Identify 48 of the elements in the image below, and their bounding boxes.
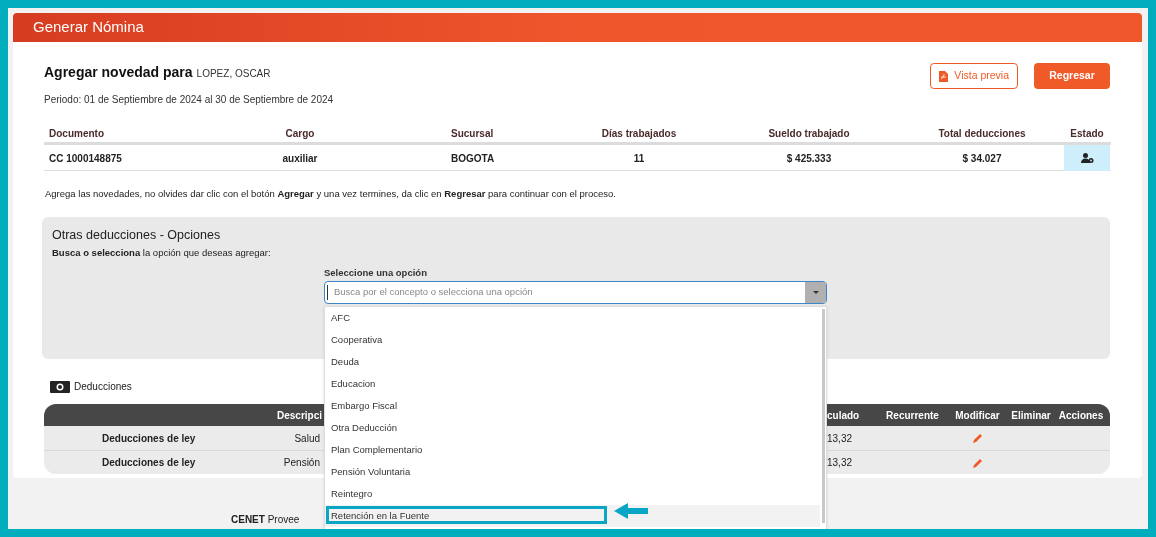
- employee-name: LOPEZ, OSCAR: [196, 67, 271, 81]
- pencil-icon[interactable]: [972, 433, 983, 444]
- column-header: Estado: [1069, 127, 1105, 141]
- dropdown-button[interactable]: [805, 282, 826, 303]
- table-cell-text: $ 425.333: [785, 151, 833, 166]
- table-cell: Pensión: [283, 457, 320, 469]
- column-header: Recurrente: [886, 409, 939, 421]
- column-header: Documento: [48, 127, 105, 141]
- column-header: Sueldo trabajado: [767, 127, 851, 141]
- table-cell: Deducciones de ley: [102, 432, 196, 444]
- caret-icon: [812, 291, 819, 294]
- dropdown-option[interactable]: AFC: [325, 307, 820, 329]
- table-cell-text: BOGOTA: [450, 151, 496, 166]
- table-cell: Deducciones de ley: [102, 457, 196, 469]
- instructions-text: Agrega las novedades, no olvides dar clic con el botón Agregar y una vez termines, da clic en Regresar para continuar con el proceso.: [45, 187, 617, 201]
- page-title: Generar Nómina: [33, 17, 144, 38]
- table-cell: 13,32: [827, 432, 853, 444]
- banknote-icon: [50, 380, 70, 393]
- arrow-icon: [614, 502, 648, 520]
- column-header: Descripci: [276, 409, 322, 421]
- column-header: culado: [827, 409, 860, 421]
- pencil-icon[interactable]: [972, 457, 983, 468]
- column-header: Eliminar: [1011, 409, 1051, 421]
- select-label: Seleccione una opción: [324, 266, 427, 281]
- footer-text: CENET Provee: [231, 513, 300, 527]
- table-cell-text: 11: [632, 151, 646, 166]
- preview-button[interactable]: Vista previa: [930, 63, 1018, 89]
- column-header: Sucursal: [450, 127, 495, 141]
- column-header: Días trabajados: [600, 127, 678, 141]
- table-cell-text: $ 34.027: [961, 151, 1003, 166]
- column-header: Modificar: [955, 409, 1000, 421]
- table-cell: Salud: [294, 432, 320, 444]
- column-header: Acciones: [1058, 409, 1104, 421]
- panel-title: Otras deducciones - Opciones: [52, 227, 222, 245]
- user-gear-icon: [1080, 153, 1094, 163]
- column-header: Cargo: [284, 127, 316, 141]
- period-text: Periodo: 01 de Septiembre de 2024 al 30 de Septiembre de 2024: [44, 93, 334, 107]
- panel-subtitle: Busca o selecciona la opción que deseas agregar:: [52, 246, 272, 260]
- dropdown-option[interactable]: Retención en la Fuente: [325, 505, 820, 527]
- deductions-title: Deducciones: [74, 380, 132, 395]
- column-header: Total deducciones: [937, 127, 1027, 141]
- table-cell-text: auxiliar: [281, 151, 319, 166]
- table-cell: 13,32: [827, 457, 853, 469]
- table-cell-text: CC 1000148875: [48, 151, 123, 166]
- section-heading: Agregar novedad para: [44, 63, 193, 82]
- select-field[interactable]: Busca por el concepto o selecciona una opción: [324, 281, 827, 304]
- scrollbar[interactable]: [822, 309, 825, 523]
- pdf-icon: [939, 70, 949, 82]
